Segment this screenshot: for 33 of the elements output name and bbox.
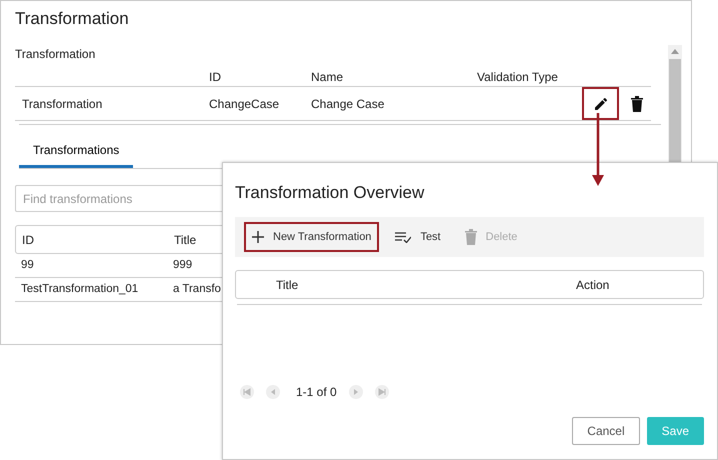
trash-icon	[464, 229, 477, 246]
column-header: Action	[576, 276, 610, 294]
page-info: 1-1 of 0	[296, 384, 337, 402]
window-title: Transformation	[15, 9, 130, 30]
column-header: Name	[311, 68, 344, 86]
plus-icon	[252, 231, 264, 244]
toolbar-button[interactable]: Test	[387, 222, 449, 252]
section-label: Transformation	[15, 46, 96, 64]
next-page-icon[interactable]	[348, 385, 363, 400]
tab[interactable]: Transformations	[19, 135, 134, 168]
table-cell-text: ChangeCase	[209, 96, 280, 113]
edit-button[interactable]	[582, 87, 619, 120]
table-cell-text: TestTransformation_01	[21, 282, 138, 298]
table-cell-text: 99	[21, 258, 34, 274]
column-header: ID	[22, 232, 34, 249]
column-header: Validation Type	[477, 68, 558, 86]
checklist-icon	[395, 231, 412, 244]
column-header: ID	[209, 68, 221, 86]
column-header: Title	[174, 232, 196, 249]
last-page-icon[interactable]	[374, 385, 389, 400]
column-header: Title	[276, 276, 298, 294]
table-cell-text: Change Case	[311, 96, 384, 113]
cancel-button[interactable]: Cancel	[572, 417, 640, 446]
table-cell-text: Transformation	[21, 96, 102, 113]
first-page-icon[interactable]	[240, 385, 254, 400]
dialog-title: Transformation Overview	[235, 183, 426, 204]
table-cell-text: 999	[173, 258, 192, 274]
toolbar-button[interactable]: New Transformation	[244, 222, 380, 252]
scroll-up-icon[interactable]	[671, 49, 679, 54]
trash-icon[interactable]	[631, 96, 643, 112]
previous-page-icon[interactable]	[266, 385, 280, 400]
table-cell-text: a Transfo	[173, 282, 221, 298]
edit-icon	[592, 96, 608, 112]
